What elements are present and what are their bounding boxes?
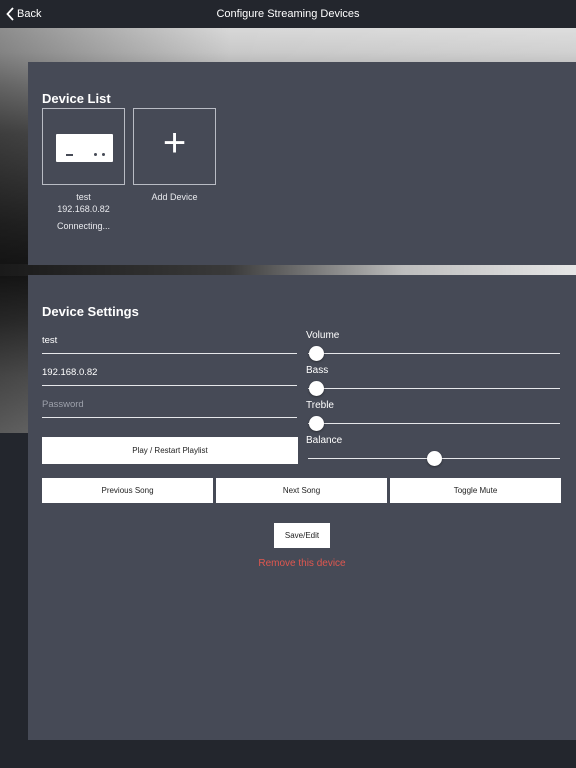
volume-slider[interactable] <box>308 346 560 361</box>
device-name: test <box>76 192 91 202</box>
password-placeholder: Password <box>42 399 84 410</box>
device-status: Connecting... <box>56 221 111 231</box>
treble-label: Treble <box>306 400 334 411</box>
next-song-button[interactable]: Next Song <box>216 478 387 503</box>
toggle-mute-button[interactable]: Toggle Mute <box>390 478 561 503</box>
bass-thumb[interactable] <box>309 381 324 396</box>
balance-label: Balance <box>306 435 343 446</box>
volume-thumb[interactable] <box>309 346 324 361</box>
treble-thumb[interactable] <box>309 416 324 431</box>
add-device-button[interactable]: + <box>133 108 216 185</box>
streaming-device-icon <box>56 134 113 162</box>
device-settings-title: Device Settings <box>42 304 139 319</box>
device-name-value: test <box>42 335 58 346</box>
treble-slider[interactable] <box>308 416 560 431</box>
device-name-field[interactable]: test <box>42 331 297 354</box>
previous-song-button[interactable]: Previous Song <box>42 478 213 503</box>
device-list-panel: Device List test 192.168.0.82 Connecting… <box>28 62 576 265</box>
device-ip: 192.168.0.82 <box>57 204 110 214</box>
bass-slider[interactable] <box>308 381 560 396</box>
save-edit-button[interactable]: Save/Edit <box>274 523 330 548</box>
password-field[interactable]: Password <box>42 395 297 418</box>
page-title: Configure Streaming Devices <box>216 8 360 20</box>
add-device-label: Add Device <box>151 192 198 202</box>
balance-slider[interactable] <box>308 451 560 466</box>
volume-label: Volume <box>306 330 340 341</box>
nav-bar: Back Configure Streaming Devices <box>0 0 576 28</box>
plus-icon: + <box>162 121 187 165</box>
device-tile[interactable] <box>42 108 125 185</box>
ip-address-field[interactable]: 192.168.0.82 <box>42 363 297 386</box>
balance-thumb[interactable] <box>427 451 442 466</box>
device-list-title: Device List <box>42 91 111 106</box>
play-restart-button[interactable]: Play / Restart Playlist <box>42 437 298 464</box>
bass-label: Bass <box>306 365 329 376</box>
device-settings-panel: Device Settings test 192.168.0.82 Passwo… <box>28 275 576 740</box>
ip-address-value: 192.168.0.82 <box>42 367 98 378</box>
remove-device-link[interactable]: Remove this device <box>28 558 576 569</box>
